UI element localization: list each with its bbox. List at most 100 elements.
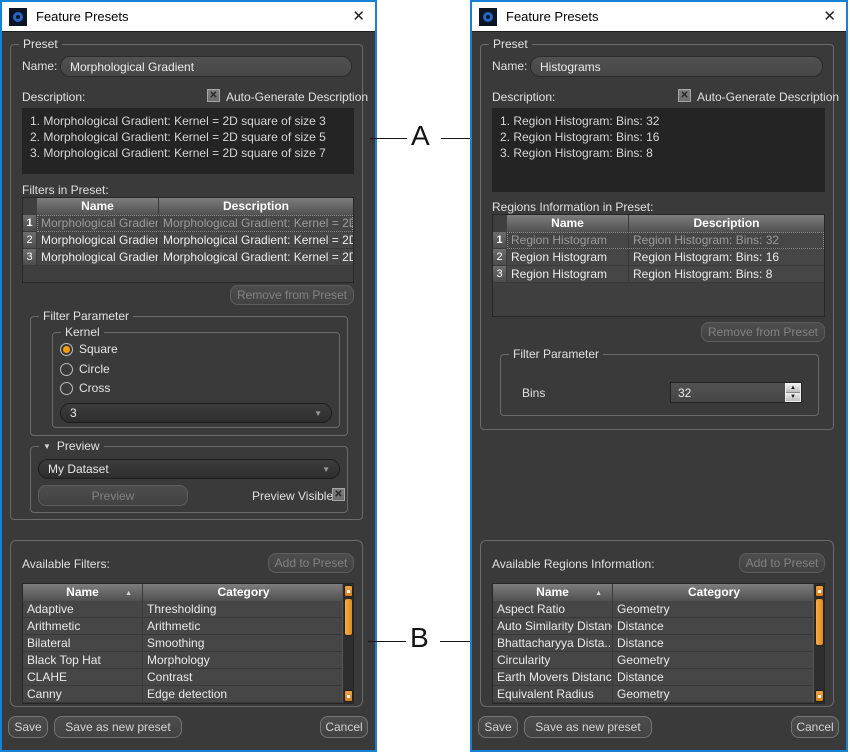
column-header-category[interactable]: Category [613,584,815,601]
dataset-select[interactable]: My Dataset ▼ [38,459,340,479]
remove-from-preset-button[interactable]: Remove from Preset [230,285,354,305]
table-row[interactable]: Bhattacharyya Dista... Distance [493,635,815,652]
save-button[interactable]: Save [478,716,518,738]
available-regions-table: Name ▲ Category Aspect Ratio Geometry Au… [492,583,825,704]
cell-description: Region Histogram: Bins: 32 [629,232,824,249]
auto-generate-label: Auto-Generate Description [697,90,839,104]
regions-in-preset-label: Regions Information in Preset: [492,200,653,214]
radio-cross[interactable]: Cross [60,381,110,395]
cell-name: Region Histogram [507,266,629,283]
table-row[interactable]: 3 Morphological Gradient Morphological G… [23,249,353,266]
name-input[interactable]: Histograms [530,56,823,77]
cell-description: Morphological Gradient: Kernel = 2D ... [159,215,353,232]
table-row[interactable]: Equivalent Radius Geometry [493,686,815,703]
table-row[interactable]: CLAHE Contrast [23,669,344,686]
auto-generate-checkbox[interactable]: ✕ [207,89,220,102]
feature-presets-window-b: Feature Presets ✕ Preset Name: Histogram… [470,0,848,752]
table-row[interactable]: 2 Region Histogram Region Histogram: Bin… [493,249,824,266]
radio-button [60,363,73,376]
table-row[interactable]: 1 Region Histogram Region Histogram: Bin… [493,232,824,249]
spin-down-icon[interactable]: ▼ [786,392,800,401]
filter-parameter-title: Filter Parameter [39,309,133,323]
table-row[interactable]: Earth Movers Distance Distance [493,669,815,686]
preview-button[interactable]: Preview [38,485,188,506]
cell-name: Arithmetic [23,618,143,635]
spin-up-icon[interactable]: ▲ [786,384,800,392]
radio-circle[interactable]: Circle [60,362,110,376]
save-as-new-preset-button[interactable]: Save as new preset [54,716,182,738]
available-filters-table: Name ▲ Category Adaptive Thresholding Ar… [22,583,354,704]
cell-description: Morphological Gradient: Kernel = 2D ... [159,249,353,266]
name-input[interactable]: Morphological Gradient [60,56,352,77]
close-icon[interactable]: ✕ [823,9,836,24]
cell-category: Distance [613,635,815,652]
table-row[interactable]: Aspect Ratio Geometry [493,601,815,618]
table-row[interactable]: Canny Edge detection [23,686,344,703]
cell-name: Black Top Hat [23,652,143,669]
radio-square[interactable]: Square [60,342,118,356]
close-icon[interactable]: ✕ [352,9,365,24]
row-number: 3 [23,249,37,266]
cancel-button[interactable]: Cancel [320,716,368,738]
scroll-thumb[interactable] [344,598,353,636]
preview-visible-checkbox[interactable]: ✕ [332,488,345,501]
titlebar: Feature Presets ✕ [472,2,846,32]
table-row[interactable]: Adaptive Thresholding [23,601,344,618]
column-header-description[interactable]: Description [159,198,353,215]
cell-category: Morphology [143,652,344,669]
description-line: 1. Region Histogram: Bins: 32 [500,113,817,129]
scroll-thumb[interactable] [815,598,824,646]
connector-line [368,641,406,642]
scroll-up-button[interactable] [344,585,353,597]
table-row[interactable]: 2 Morphological Gradient Morphological G… [23,232,353,249]
column-header-category[interactable]: Category [143,584,344,601]
connector-line [370,138,407,139]
app-icon [479,8,497,26]
remove-from-preset-button[interactable]: Remove from Preset [701,322,825,342]
description-line: 2. Region Histogram: Bins: 16 [500,129,817,145]
cancel-button[interactable]: Cancel [791,716,839,738]
description-box[interactable]: 1. Morphological Gradient: Kernel = 2D s… [22,108,354,174]
table-row[interactable]: Black Top Hat Morphology [23,652,344,669]
table-row[interactable]: Auto Similarity Distance Distance [493,618,815,635]
column-header-name[interactable]: Name ▲ [23,584,143,601]
preview-group-title: Preview [57,439,100,453]
table-corner [493,215,507,232]
table-row[interactable]: 3 Region Histogram Region Histogram: Bin… [493,266,824,283]
radio-label: Square [79,342,118,356]
cell-category: Geometry [613,652,815,669]
column-header-description[interactable]: Description [629,215,824,232]
add-to-preset-button[interactable]: Add to Preset [739,553,825,573]
scroll-up-button[interactable] [815,585,824,597]
column-header-name[interactable]: Name [507,215,629,232]
cell-name: Bhattacharyya Dista... [493,635,613,652]
save-as-new-preset-button[interactable]: Save as new preset [524,716,652,738]
scrollbar[interactable] [342,584,353,703]
table-row[interactable]: Arithmetic Arithmetic [23,618,344,635]
column-header-name[interactable]: Name [37,198,159,215]
kernel-size-select[interactable]: 3 ▼ [60,403,332,423]
row-number: 2 [493,249,507,266]
name-label: Name: [492,59,527,73]
table-row[interactable]: Bilateral Smoothing [23,635,344,652]
bins-spinbox[interactable]: 32 ▲ ▼ [670,382,802,403]
scroll-down-button[interactable] [344,690,353,702]
cell-category: Smoothing [143,635,344,652]
collapse-icon[interactable]: ▼ [43,442,51,451]
cell-name: Morphological Gradient [37,249,159,266]
table-row[interactable]: 1 Morphological Gradient Morphological G… [23,215,353,232]
column-header-name[interactable]: Name ▲ [493,584,613,601]
auto-generate-checkbox[interactable]: ✕ [678,89,691,102]
save-button[interactable]: Save [8,716,48,738]
table-row[interactable]: Circularity Geometry [493,652,815,669]
description-box[interactable]: 1. Region Histogram: Bins: 32 2. Region … [492,108,825,192]
row-number: 1 [493,232,507,249]
description-label: Description: [22,90,85,104]
kernel-group-title: Kernel [61,325,104,339]
add-to-preset-button[interactable]: Add to Preset [268,553,354,573]
auto-generate-label: Auto-Generate Description [226,90,368,104]
preset-group-title: Preset [489,37,532,51]
cell-description: Morphological Gradient: Kernel = 2D ... [159,232,353,249]
scrollbar[interactable] [813,584,824,703]
scroll-down-button[interactable] [815,690,824,702]
